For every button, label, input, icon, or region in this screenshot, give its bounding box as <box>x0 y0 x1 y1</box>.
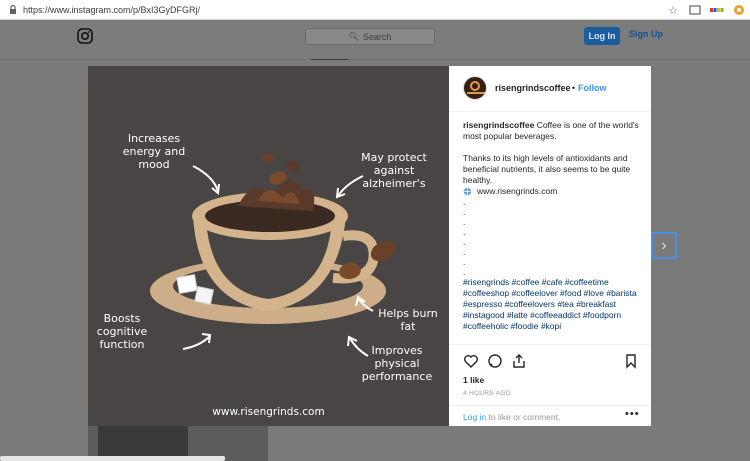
post-dialog: Increases energy and mood May protect ag… <box>88 66 651 426</box>
url-text[interactable]: https://www.instagram.com/p/BxI3GyDFGRj/ <box>23 5 200 15</box>
caption-hashtags[interactable]: #risengrinds #coffee #cafe #coffeetime #… <box>463 277 643 332</box>
caption-dot: . <box>463 207 466 217</box>
post-username[interactable]: risengrindscoffee <box>495 83 571 93</box>
comment-bar: Log in to like or comment. ••• <box>449 405 651 427</box>
benefit-cognitive-text: Boosts cognitive function <box>96 312 148 351</box>
caption-text-2: Thanks to its high levels of antioxidant… <box>463 153 631 185</box>
caption-dot: . <box>463 247 466 257</box>
instagram-header: 🔍︎ Search Log In Sign Up <box>0 20 750 60</box>
separator-dot: • <box>572 83 576 93</box>
header-divider <box>311 59 348 60</box>
comment-suffix: to like or comment. <box>486 412 561 422</box>
caption-dot: . <box>463 267 466 277</box>
lock-icon <box>6 4 20 15</box>
globe-icon <box>463 187 472 196</box>
benefit-energy-text: Increases energy and mood <box>122 132 186 171</box>
post-caption: risengrindscoffee Coffee is one of the w… <box>463 120 643 332</box>
instagram-logo-icon[interactable] <box>77 28 93 44</box>
post-timestamp: 4 HOURS AGO <box>463 390 512 397</box>
post-header: risengrindscoffee • Follow <box>449 66 651 112</box>
search-placeholder: Search <box>362 31 392 42</box>
likes-count[interactable]: 1 like <box>463 375 484 385</box>
image-website-text: www.risengrinds.com <box>212 406 325 418</box>
more-options-icon[interactable]: ••• <box>625 408 640 420</box>
avatar[interactable] <box>463 76 487 100</box>
comment-prompt: Log in to like or comment. <box>463 412 560 422</box>
caption-username[interactable]: risengrindscoffee <box>463 120 534 130</box>
extension-gear-icon[interactable] <box>732 3 746 17</box>
benefit-performance-text: Improves physical performance <box>361 344 433 383</box>
post-image[interactable]: Increases energy and mood May protect ag… <box>88 66 449 426</box>
post-actions: 1 like 4 HOURS AGO Log in to like or com… <box>449 344 651 426</box>
caption-dot: . <box>463 237 466 247</box>
like-heart-icon[interactable] <box>463 353 479 369</box>
post-sidebar: risengrindscoffee • Follow risengrindsco… <box>449 66 651 426</box>
caption-dot: . <box>463 197 466 207</box>
benefit-alzheimers-text: May protect against alzheimer's <box>361 151 427 190</box>
star-icon[interactable]: ☆ <box>666 3 680 17</box>
caption-dot: . <box>463 227 466 237</box>
caption-dots: . . . . . . . . <box>463 197 643 277</box>
caption-dot: . <box>463 217 466 227</box>
signup-link[interactable]: Sign Up <box>629 29 663 39</box>
save-bookmark-icon[interactable] <box>623 353 639 369</box>
follow-button[interactable]: Follow <box>578 83 607 93</box>
login-button[interactable]: Log In <box>584 27 620 45</box>
horizontal-scrollbar[interactable] <box>0 456 225 461</box>
share-icon[interactable] <box>511 353 527 369</box>
next-post-arrow-icon[interactable]: › <box>651 232 677 259</box>
comment-icon[interactable] <box>487 353 503 369</box>
caption-dot: . <box>463 257 466 267</box>
search-input[interactable]: 🔍︎ Search <box>305 28 435 45</box>
cast-icon[interactable] <box>688 3 702 17</box>
benefit-fat-text: Helps burn fat <box>378 307 438 333</box>
browser-address-bar: https://www.instagram.com/p/BxI3GyDFGRj/… <box>0 0 750 20</box>
search-icon: 🔍︎ <box>348 32 359 41</box>
caption-link: www.risengrinds.com <box>477 186 558 196</box>
ebay-extension-icon[interactable] <box>710 3 724 17</box>
login-link[interactable]: Log in <box>463 412 486 422</box>
